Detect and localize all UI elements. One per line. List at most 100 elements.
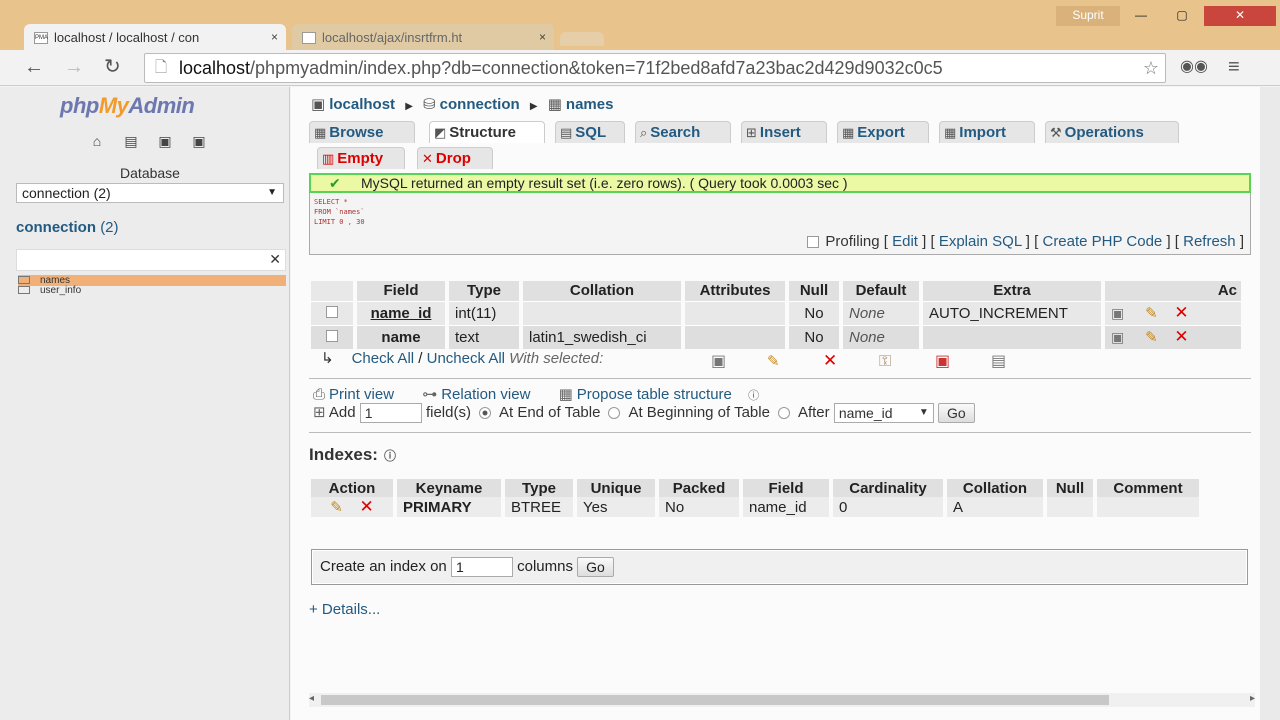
breadcrumb-server[interactable]: localhost	[329, 96, 395, 113]
close-tab-icon[interactable]: ×	[539, 30, 546, 44]
breadcrumb-db[interactable]: connection	[440, 96, 520, 113]
reload-icon[interactable]: ↻	[104, 56, 121, 78]
horizontal-scrollbar[interactable]: ◂ ▸	[309, 693, 1255, 707]
new-tab-button[interactable]	[560, 32, 604, 46]
window-close-icon[interactable]: ✕	[1204, 6, 1276, 26]
profiling-checkbox[interactable]	[807, 236, 820, 249]
with-selected-actions: ▣ ✎ ✕ ⚿ ▣ ▤	[711, 351, 1047, 371]
back-arrow-icon[interactable]: ←	[24, 56, 44, 78]
add-count-input[interactable]: 1	[359, 403, 422, 424]
table-row: name_id int(11) No None AUTO_INCREMENT ▣…	[311, 300, 1245, 325]
col-header[interactable]: Null	[787, 281, 843, 301]
edit-pencil-icon[interactable]: ✎	[1145, 329, 1158, 346]
delete-x-icon[interactable]: ✕	[1174, 303, 1188, 322]
table-filter-input[interactable]: ✕	[16, 249, 286, 271]
delete-x-icon[interactable]: ✕	[1174, 327, 1188, 346]
maximize-icon[interactable]: ▢	[1164, 6, 1200, 26]
after-field-select[interactable]: name_id ▼	[833, 403, 934, 424]
sidebar-table-user-info[interactable]: user_info	[18, 285, 81, 296]
row-checkbox[interactable]	[326, 305, 338, 318]
unique-icon[interactable]: ▣	[935, 351, 991, 371]
drop-icon: ✕	[422, 151, 433, 166]
create-index-go-button[interactable]: Go	[577, 557, 614, 577]
drop-selected-icon[interactable]: ✕	[823, 351, 879, 371]
browser-tab-ajax[interactable]: localhost/ajax/insrtfrm.ht ×	[292, 24, 554, 52]
incognito-icon[interactable]: ◉◉	[1180, 56, 1208, 78]
help-icon[interactable]: ⓘ	[384, 449, 396, 463]
scrollbar-thumb[interactable]	[321, 695, 1109, 705]
tab-browse[interactable]: ▦ Browse	[309, 121, 415, 143]
tab-export[interactable]: ▦ Export	[837, 121, 929, 143]
docs-icon[interactable]: ▣	[154, 133, 176, 151]
propose-icon: ▦	[558, 386, 573, 403]
table-row: name text latin1_swedish_ci No None ▣ ✎ …	[311, 324, 1245, 349]
index-null	[1045, 497, 1097, 517]
tab-insert[interactable]: ⊞ Insert	[741, 121, 827, 143]
minimize-icon[interactable]: —	[1126, 6, 1156, 26]
breadcrumb-table[interactable]: names	[566, 96, 614, 113]
delete-x-icon[interactable]: ✕	[360, 497, 374, 516]
primary-key-icon[interactable]: ⚿	[879, 353, 935, 371]
edit-pencil-icon[interactable]: ✎	[1145, 305, 1158, 322]
tab-sql[interactable]: ▤ SQL	[555, 121, 625, 143]
tab-empty[interactable]: ▥ Empty	[317, 147, 405, 169]
help-icon[interactable]: ▣	[188, 133, 210, 151]
index-columns-input[interactable]: 1	[450, 557, 513, 577]
explain-sql-link[interactable]: Explain SQL	[939, 233, 1022, 250]
tab-structure[interactable]: ◩ Structure	[429, 121, 545, 143]
tab-search[interactable]: ⌕ Search	[635, 121, 731, 143]
index-icon[interactable]: ▤	[991, 351, 1047, 371]
col-header[interactable]: Extra	[921, 281, 1105, 301]
at-beginning-radio[interactable]	[608, 407, 621, 420]
browse-values-icon[interactable]: ▣	[1111, 329, 1124, 346]
at-end-radio[interactable]	[478, 407, 491, 420]
browse-values-icon[interactable]: ▣	[1111, 305, 1124, 322]
col-header[interactable]: Type	[447, 281, 523, 301]
forward-arrow-icon[interactable]: →	[64, 56, 84, 78]
field-null: No	[787, 300, 843, 325]
index-unique: Yes	[575, 497, 659, 517]
relation-view-link[interactable]: ⊶ Relation view	[422, 386, 542, 403]
col-header[interactable]: Collation	[521, 281, 685, 301]
close-tab-icon[interactable]: ×	[271, 30, 278, 44]
create-php-link[interactable]: Create PHP Code	[1042, 233, 1162, 250]
edit-pencil-icon[interactable]: ✎	[330, 499, 343, 516]
database-link[interactable]: connection (2)	[16, 219, 119, 236]
print-view-link[interactable]: ⎙ Print view	[313, 386, 406, 403]
index-packed: No	[657, 497, 743, 517]
col-header[interactable]: Default	[841, 281, 923, 301]
user-profile-button[interactable]: Suprit	[1056, 6, 1120, 26]
field-attributes	[683, 324, 789, 349]
field-name: name	[355, 324, 449, 349]
propose-structure-link[interactable]: ▦ Propose table structure ⓘ	[559, 386, 771, 403]
uncheck-all-link[interactable]: Uncheck All	[427, 350, 505, 367]
tab-operations[interactable]: ⚒ Operations	[1045, 121, 1179, 143]
address-bar[interactable]: 🗋 localhost/phpmyadmin/index.php?db=conn…	[144, 53, 1166, 83]
edit-link[interactable]: Edit	[892, 233, 918, 250]
change-selected-icon[interactable]: ✎	[767, 352, 823, 370]
check-all-link[interactable]: Check All	[352, 350, 415, 367]
row-checkbox[interactable]	[326, 329, 338, 342]
col-header: Ac	[1103, 281, 1245, 301]
tab-drop[interactable]: ✕ Drop	[417, 147, 493, 169]
phpmyadmin-logo[interactable]: phpMyAdmin	[60, 93, 195, 119]
with-selected-label: With selected:	[509, 350, 604, 367]
col-header[interactable]: Attributes	[683, 281, 789, 301]
add-go-button[interactable]: Go	[937, 403, 975, 424]
database-select[interactable]: connection (2) ▼	[16, 183, 284, 203]
details-link[interactable]: + Details...	[309, 601, 380, 618]
sql-window-icon[interactable]: ▤	[120, 133, 142, 151]
col-header[interactable]: Field	[355, 281, 449, 301]
field-attributes	[683, 300, 789, 325]
browser-tab-phpmyadmin[interactable]: PMA localhost / localhost / con ×	[24, 24, 286, 52]
clear-filter-icon[interactable]: ✕	[269, 251, 281, 268]
browse-selected-icon[interactable]: ▣	[711, 351, 767, 371]
menu-icon[interactable]: ≡	[1228, 56, 1240, 78]
check-all-row: ↳ Check All / Uncheck All With selected:	[321, 350, 604, 367]
tab-import[interactable]: ▦ Import	[939, 121, 1035, 143]
bookmark-star-icon[interactable]: ☆	[1138, 54, 1159, 82]
after-radio[interactable]	[777, 407, 790, 420]
home-icon[interactable]: ⌂	[86, 133, 108, 151]
navigation-sidebar: phpMyAdmin ⌂ ▤ ▣ ▣ Database connection (2) ▼…	[0, 87, 290, 720]
refresh-link[interactable]: Refresh	[1183, 233, 1236, 250]
